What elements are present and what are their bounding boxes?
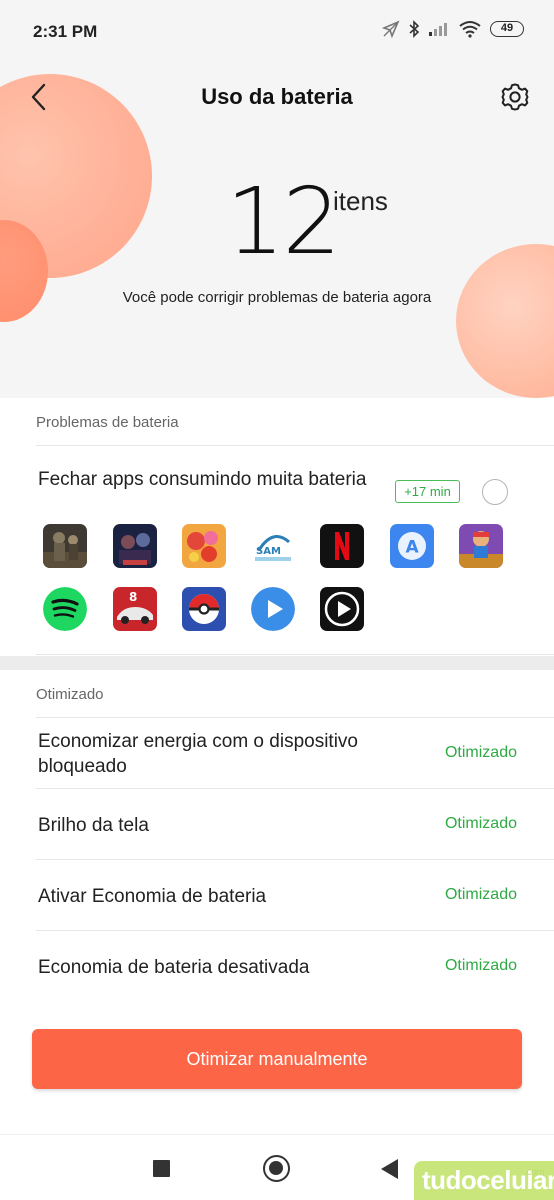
problem-title: Fechar apps consumindo muita bateria xyxy=(38,469,367,490)
svg-text:SAM: SAM xyxy=(256,546,281,557)
status-time: 2:31 PM xyxy=(33,22,98,41)
svg-text:A: A xyxy=(406,538,420,558)
wifi-icon xyxy=(458,20,482,38)
app-icon-player xyxy=(251,587,295,631)
issue-count-unit: itens xyxy=(333,186,388,216)
optimized-status: Otimizado xyxy=(444,957,517,974)
app-icon-sam-battery-monitor: SAM xyxy=(251,524,295,568)
bluetooth-icon xyxy=(408,20,420,38)
battery-indicator: 49 xyxy=(490,21,524,37)
section-heading-problems: Problemas de bateria xyxy=(36,414,179,431)
hero-subtitle: Você pode corrigir problemas de bateria … xyxy=(122,289,432,306)
app-icon-subway-surfers xyxy=(459,524,503,568)
app-icon-pokemon-go xyxy=(182,587,226,631)
optimized-item-label: Ativar Economia de bateria xyxy=(38,886,267,907)
select-radio[interactable] xyxy=(482,479,508,505)
gear-icon xyxy=(501,83,529,111)
app-icon-video-player xyxy=(320,587,364,631)
optimize-manually-button[interactable]: Otimizar manualmente xyxy=(32,1029,522,1089)
divider xyxy=(36,445,554,446)
optimized-item[interactable]: Economia de bateria desativada Otimizado xyxy=(0,931,554,1001)
svg-text:8: 8 xyxy=(129,590,137,604)
location-off-icon xyxy=(382,20,400,38)
nav-home-icon[interactable] xyxy=(263,1155,290,1182)
optimized-status: Otimizado xyxy=(444,744,517,761)
watermark-logo: tudocelular .com xyxy=(414,1161,554,1200)
divider xyxy=(36,654,554,655)
app-icon-call-of-duty xyxy=(43,524,87,568)
optimized-status: Otimizado xyxy=(444,886,517,903)
watermark-suffix: .com xyxy=(524,1167,544,1178)
time-gain-badge: +17 min xyxy=(395,480,460,503)
app-icon-marvel xyxy=(113,524,157,568)
battery-hero: 2:31 PM 49 Uso da bateria 12 itens Você … xyxy=(0,0,554,398)
optimized-item-label: Brilho da tela xyxy=(38,815,149,836)
app-icon-netflix xyxy=(320,524,364,568)
nav-back-icon[interactable] xyxy=(381,1159,398,1179)
optimized-item[interactable]: Ativar Economia de bateria Otimizado xyxy=(0,860,554,930)
section-separator xyxy=(0,656,554,670)
status-bar: 2:31 PM 49 xyxy=(0,0,554,62)
page-title: Uso da bateria xyxy=(201,84,353,109)
optimized-item[interactable]: Brilho da tela Otimizado xyxy=(0,789,554,859)
section-heading-optimized: Otimizado xyxy=(36,686,104,703)
decor-circle-right xyxy=(456,244,554,398)
optimized-item[interactable]: Economizar energia com o dispositivo blo… xyxy=(0,718,554,788)
optimized-item-label: Economia de bateria desativada xyxy=(38,957,310,978)
app-icon-assistant: A xyxy=(390,524,434,568)
app-icon-candy-crush xyxy=(182,524,226,568)
optimized-item-label: Economizar energia com o dispositivo blo… xyxy=(38,731,358,777)
app-icon-spotify xyxy=(43,587,87,631)
status-icons: 49 xyxy=(382,20,524,38)
settings-button[interactable] xyxy=(499,81,531,113)
app-icon-asphalt-8: 8 xyxy=(113,587,157,631)
optimized-status: Otimizado xyxy=(444,815,517,832)
nav-recents-icon[interactable] xyxy=(153,1160,170,1177)
issue-count: 12 xyxy=(226,168,341,275)
signal-icon xyxy=(428,21,450,37)
